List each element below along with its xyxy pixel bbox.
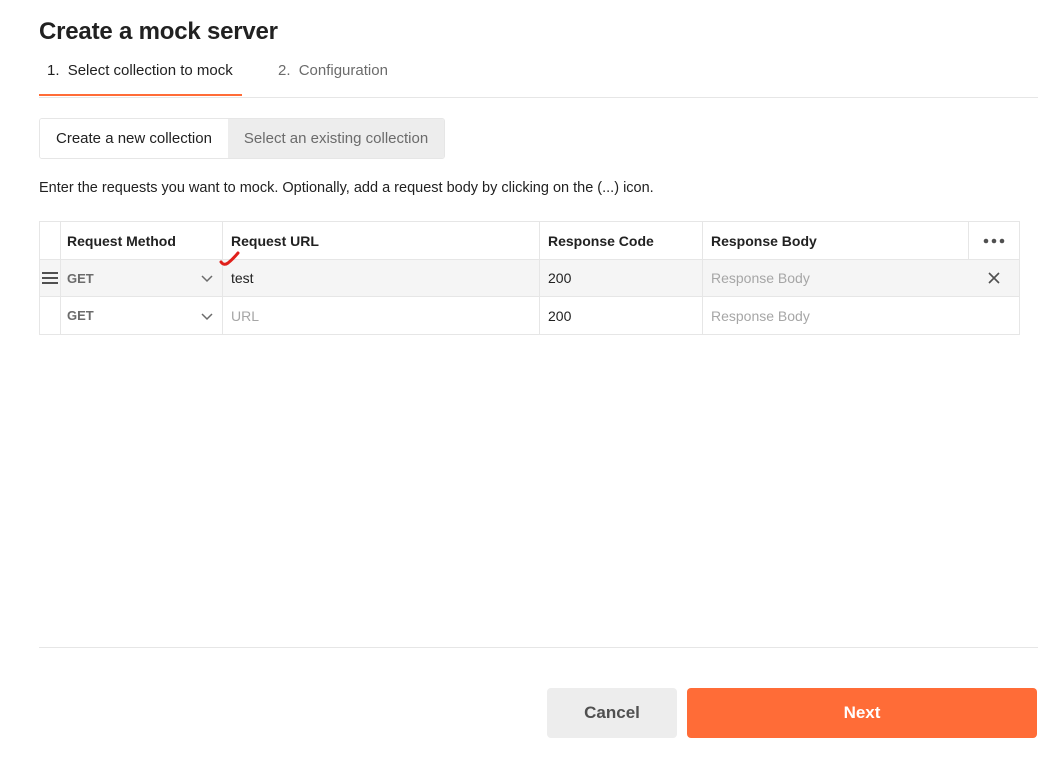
table-row: GET URL 200 Response Body: [40, 297, 1019, 334]
drag-handle-icon[interactable]: [40, 260, 61, 296]
header-request-method: Request Method: [61, 222, 223, 259]
method-select[interactable]: GET: [61, 260, 223, 296]
url-placeholder: URL: [231, 307, 260, 324]
step-label: Configuration: [298, 62, 388, 79]
more-options-icon[interactable]: [968, 222, 1019, 259]
body-placeholder: Response Body: [711, 270, 810, 286]
header-handle-cell: [40, 222, 61, 259]
method-select[interactable]: GET: [61, 297, 223, 334]
instructions-text: Enter the requests you want to mock. Opt…: [39, 180, 654, 196]
step-number: 2.: [278, 62, 291, 79]
code-value: 200: [548, 270, 572, 286]
requests-table: Request Method Request URL Response Code…: [39, 221, 1020, 335]
header-request-url: Request URL: [223, 222, 540, 259]
response-code-input[interactable]: 200: [540, 260, 703, 296]
tab-select-collection[interactable]: 1. Select collection to mock: [39, 56, 242, 96]
next-button[interactable]: Next: [687, 688, 1037, 738]
dialog-title: Create a mock server: [39, 18, 278, 45]
checkmark-annotation-icon: [219, 251, 240, 266]
step-label: Select collection to mock: [67, 62, 233, 79]
create-new-collection-option[interactable]: Create a new collection: [40, 119, 228, 158]
response-code-input[interactable]: 200: [540, 297, 703, 334]
response-body-input[interactable]: Response Body: [703, 260, 968, 296]
body-placeholder: Response Body: [711, 307, 810, 324]
step-tabs: 1. Select collection to mock 2. Configur…: [39, 56, 1038, 98]
chevron-down-icon: [201, 275, 213, 283]
response-body-input[interactable]: Response Body: [703, 297, 968, 334]
url-value: test: [231, 270, 254, 286]
row-spacer-cell: [40, 297, 61, 334]
method-value: GET: [67, 270, 94, 286]
chevron-down-icon: [201, 312, 213, 320]
delete-row-icon[interactable]: [968, 260, 1019, 296]
collection-source-toggle: Create a new collection Select an existi…: [39, 118, 446, 159]
header-response-body: Response Body: [711, 232, 817, 249]
tab-configuration[interactable]: 2. Configuration: [270, 56, 396, 96]
request-url-input[interactable]: URL: [223, 297, 540, 334]
header-response-code: Response Code: [540, 222, 703, 259]
step-number: 1.: [47, 62, 60, 79]
table-header-row: Request Method Request URL Response Code…: [40, 222, 1019, 260]
create-mock-server-dialog: Create a mock server 1. Select collectio…: [0, 0, 1062, 770]
code-value: 200: [548, 307, 572, 324]
footer-divider: [39, 647, 1038, 648]
table-row: GET test 200 Response Body: [40, 260, 1019, 297]
method-value: GET: [67, 308, 94, 323]
cancel-button[interactable]: Cancel: [547, 688, 677, 738]
request-url-input[interactable]: test: [223, 260, 540, 296]
select-existing-collection-option[interactable]: Select an existing collection: [227, 119, 445, 158]
row-actions-cell: [968, 297, 1019, 334]
